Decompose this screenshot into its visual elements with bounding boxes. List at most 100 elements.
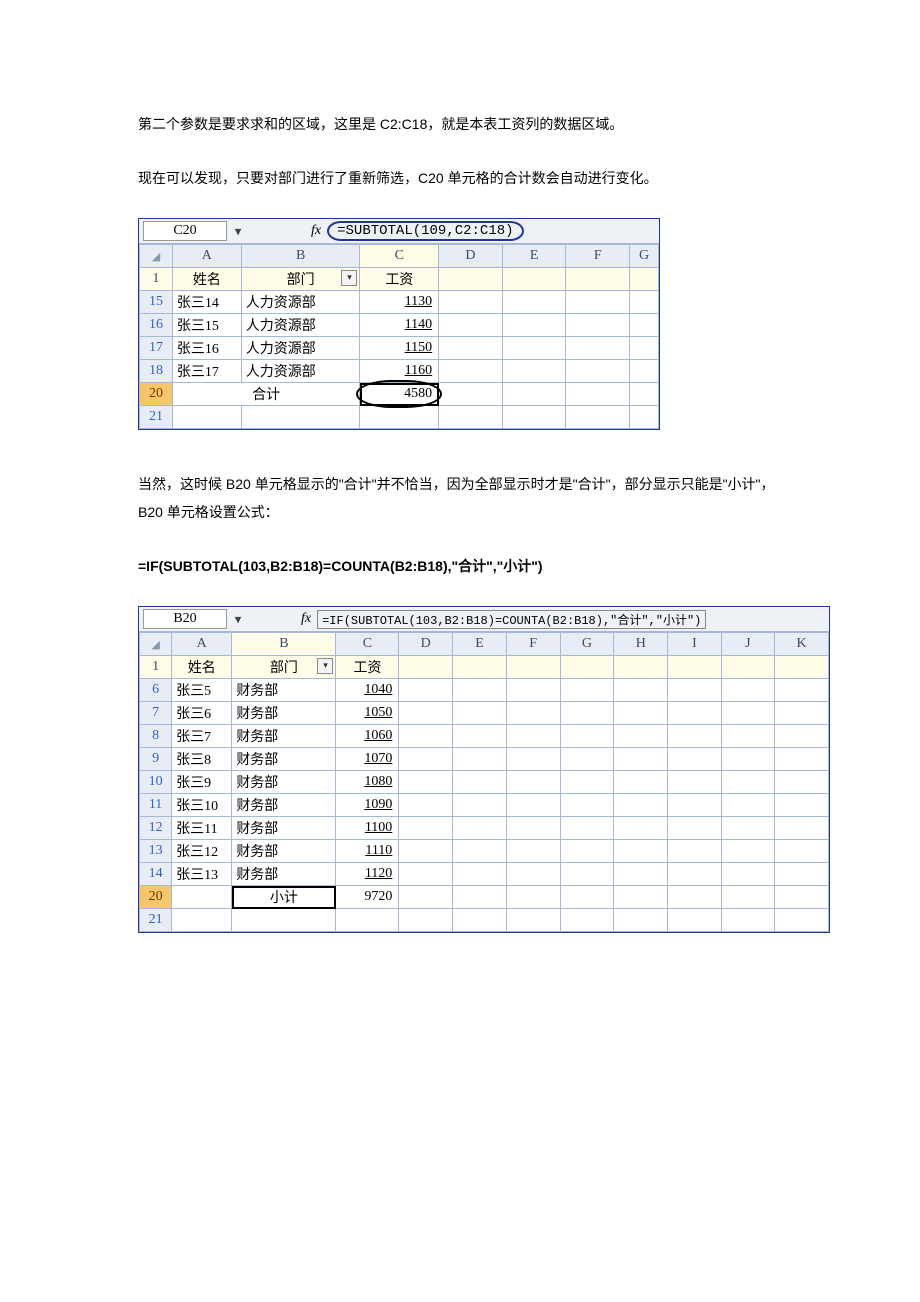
col-header-B[interactable]: B [232, 633, 336, 656]
row-header[interactable]: 15 [140, 291, 173, 314]
cell[interactable] [630, 268, 659, 291]
spreadsheet-grid[interactable]: ◢ A B C D E F G 1 姓名 部门 ▾ 工资 [139, 244, 659, 429]
cell[interactable]: 1160 [360, 360, 439, 383]
col-header-G[interactable]: G [630, 245, 659, 268]
cell[interactable]: 张三17 [172, 360, 241, 383]
cell[interactable]: 1050 [336, 702, 399, 725]
row-header[interactable]: 12 [140, 817, 172, 840]
cell[interactable]: 张三16 [172, 337, 241, 360]
cell[interactable]: 张三8 [172, 748, 232, 771]
cell[interactable]: 人力资源部 [241, 291, 360, 314]
row-header[interactable]: 20 [140, 886, 172, 909]
select-all-corner[interactable]: ◢ [140, 245, 173, 268]
col-header-B[interactable]: B [241, 245, 360, 268]
cell[interactable]: 张三11 [172, 817, 232, 840]
col-header-E[interactable]: E [453, 633, 507, 656]
cell[interactable]: 张三5 [172, 679, 232, 702]
cell[interactable]: 财务部 [232, 725, 336, 748]
cell[interactable]: 财务部 [232, 771, 336, 794]
spreadsheet-grid[interactable]: ◢ A B C D E F G H I J K 1 姓名 [139, 632, 829, 932]
cell[interactable]: 张三9 [172, 771, 232, 794]
cell[interactable]: 人力资源部 [241, 314, 360, 337]
subtotal-label-cell[interactable]: 小计 [232, 886, 336, 909]
cell[interactable]: 1140 [360, 314, 439, 337]
cell[interactable]: 财务部 [232, 840, 336, 863]
row-header[interactable]: 18 [140, 360, 173, 383]
cell[interactable]: 张三15 [172, 314, 241, 337]
name-box[interactable]: C20 [143, 221, 227, 241]
cell[interactable] [172, 886, 232, 909]
row-header[interactable]: 21 [140, 909, 172, 932]
cell[interactable]: 张三13 [172, 863, 232, 886]
fx-icon[interactable]: fx [295, 611, 317, 627]
cell[interactable]: 1060 [336, 725, 399, 748]
row-header[interactable]: 16 [140, 314, 173, 337]
cell[interactable]: 工资 [360, 268, 439, 291]
cell[interactable]: 1090 [336, 794, 399, 817]
col-header-C[interactable]: C [336, 633, 399, 656]
cell[interactable]: 张三14 [172, 291, 241, 314]
cell[interactable]: 财务部 [232, 702, 336, 725]
cell[interactable]: 财务部 [232, 748, 336, 771]
row-header[interactable]: 17 [140, 337, 173, 360]
col-header-D[interactable]: D [399, 633, 453, 656]
col-header-E[interactable]: E [502, 245, 566, 268]
cell[interactable] [566, 268, 630, 291]
row-header[interactable]: 13 [140, 840, 172, 863]
cell[interactable]: 1040 [336, 679, 399, 702]
cell[interactable]: 部门 ▾ [232, 656, 336, 679]
total-label-cell[interactable]: 合计 [172, 383, 360, 406]
row-header[interactable]: 20 [140, 383, 173, 406]
row-header[interactable]: 9 [140, 748, 172, 771]
select-all-corner[interactable]: ◢ [140, 633, 172, 656]
col-header-F[interactable]: F [566, 245, 630, 268]
cell[interactable]: 1130 [360, 291, 439, 314]
col-header-D[interactable]: D [439, 245, 503, 268]
cell[interactable]: 1070 [336, 748, 399, 771]
cell[interactable]: 1110 [336, 840, 399, 863]
cell[interactable]: 财务部 [232, 817, 336, 840]
filter-icon[interactable]: ▾ [317, 658, 333, 674]
cell[interactable]: 1080 [336, 771, 399, 794]
col-header-A[interactable]: A [172, 633, 232, 656]
cell[interactable] [502, 268, 566, 291]
row-header[interactable]: 11 [140, 794, 172, 817]
cell[interactable]: 工资 [336, 656, 399, 679]
total-value-cell[interactable]: 4580 [360, 383, 439, 406]
cell[interactable]: 张三7 [172, 725, 232, 748]
col-header-K[interactable]: K [775, 633, 829, 656]
cell[interactable]: 1100 [336, 817, 399, 840]
name-box-dropdown-icon[interactable]: ▼ [231, 225, 245, 238]
row-header[interactable]: 6 [140, 679, 172, 702]
row-header[interactable]: 8 [140, 725, 172, 748]
col-header-H[interactable]: H [614, 633, 668, 656]
row-header[interactable]: 10 [140, 771, 172, 794]
cell[interactable]: 人力资源部 [241, 337, 360, 360]
row-header-1[interactable]: 1 [140, 268, 173, 291]
cell[interactable]: 姓名 [172, 268, 241, 291]
col-header-G[interactable]: G [560, 633, 614, 656]
cell[interactable]: 1150 [360, 337, 439, 360]
formula-text[interactable]: =SUBTOTAL(109,C2:C18) [327, 221, 523, 241]
col-header-A[interactable]: A [172, 245, 241, 268]
cell[interactable]: 1120 [336, 863, 399, 886]
name-box[interactable]: B20 [143, 609, 227, 629]
row-header[interactable]: 21 [140, 406, 173, 429]
row-header[interactable]: 7 [140, 702, 172, 725]
cell[interactable]: 财务部 [232, 679, 336, 702]
col-header-I[interactable]: I [668, 633, 721, 656]
col-header-C[interactable]: C [360, 245, 439, 268]
subtotal-value-cell[interactable]: 9720 [336, 886, 399, 909]
row-header[interactable]: 14 [140, 863, 172, 886]
cell[interactable]: 张三10 [172, 794, 232, 817]
cell[interactable] [439, 268, 503, 291]
cell[interactable]: 姓名 [172, 656, 232, 679]
name-box-dropdown-icon[interactable]: ▼ [231, 613, 245, 626]
cell[interactable]: 张三12 [172, 840, 232, 863]
col-header-J[interactable]: J [721, 633, 774, 656]
filter-icon[interactable]: ▾ [341, 270, 357, 286]
cell[interactable]: 部门 ▾ [241, 268, 360, 291]
row-header-1[interactable]: 1 [140, 656, 172, 679]
formula-text[interactable]: =IF(SUBTOTAL(103,B2:B18)=COUNTA(B2:B18),… [317, 610, 706, 629]
col-header-F[interactable]: F [506, 633, 560, 656]
